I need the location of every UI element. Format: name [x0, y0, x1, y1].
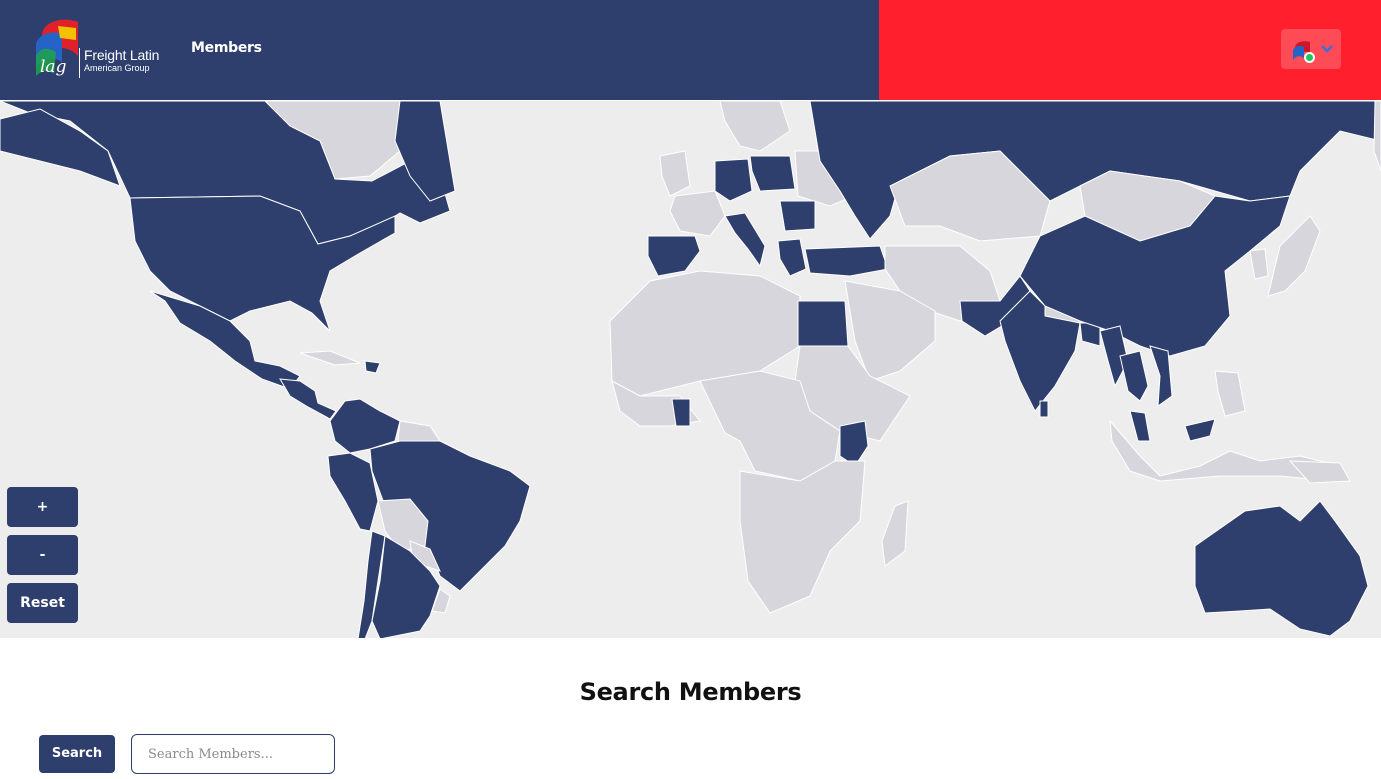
korea [1249, 248, 1269, 280]
germany [714, 158, 753, 202]
spain [647, 235, 701, 277]
italy [724, 212, 766, 268]
user-menu-button[interactable] [1281, 29, 1341, 69]
reset-zoom-button[interactable]: Reset [7, 583, 78, 623]
logo-line-2: American Group [84, 63, 150, 73]
romania [779, 200, 816, 232]
dominican-rep [364, 360, 381, 374]
madagascar [881, 500, 909, 567]
zoom-out-button[interactable]: - [7, 535, 78, 575]
svg-text:lag: lag [40, 57, 67, 77]
kenya [839, 420, 869, 467]
sri-lanka [1039, 400, 1049, 418]
search-members-input[interactable] [131, 734, 335, 774]
online-status-dot [1304, 52, 1315, 63]
vietnam [1149, 345, 1173, 408]
southern-africa [739, 460, 866, 614]
logo-line-1: Freight Latin [84, 47, 160, 63]
turkey [804, 245, 889, 277]
company-logo[interactable]: lag Freight Latin American Group [32, 16, 162, 80]
logo-text: Freight Latin American Group [84, 48, 159, 74]
flag-logo-icon: lag [36, 19, 78, 77]
nav-members-link[interactable]: Members [191, 40, 262, 56]
france [669, 190, 726, 237]
search-button[interactable]: Search [39, 735, 115, 773]
world-map-svg [0, 101, 1381, 638]
ecuador-peru [327, 452, 379, 532]
malaysia [1129, 410, 1151, 442]
scandinavia [719, 101, 791, 152]
world-map[interactable]: + - Reset [0, 100, 1381, 638]
thailand [1119, 350, 1149, 402]
egypt [797, 300, 849, 347]
search-members-title: Search Members [579, 678, 802, 706]
malaysia-borneo [1184, 418, 1216, 442]
australia [1194, 500, 1369, 637]
uk [659, 150, 691, 197]
central-america [279, 378, 337, 420]
philippines [1214, 370, 1246, 417]
zoom-in-button[interactable]: + [7, 487, 78, 527]
logo-divider [79, 48, 80, 78]
poland [749, 155, 796, 192]
new-zealand-east [1373, 101, 1381, 172]
cuba [299, 350, 361, 366]
chevron-down-icon [1321, 45, 1333, 53]
greece [777, 238, 807, 277]
